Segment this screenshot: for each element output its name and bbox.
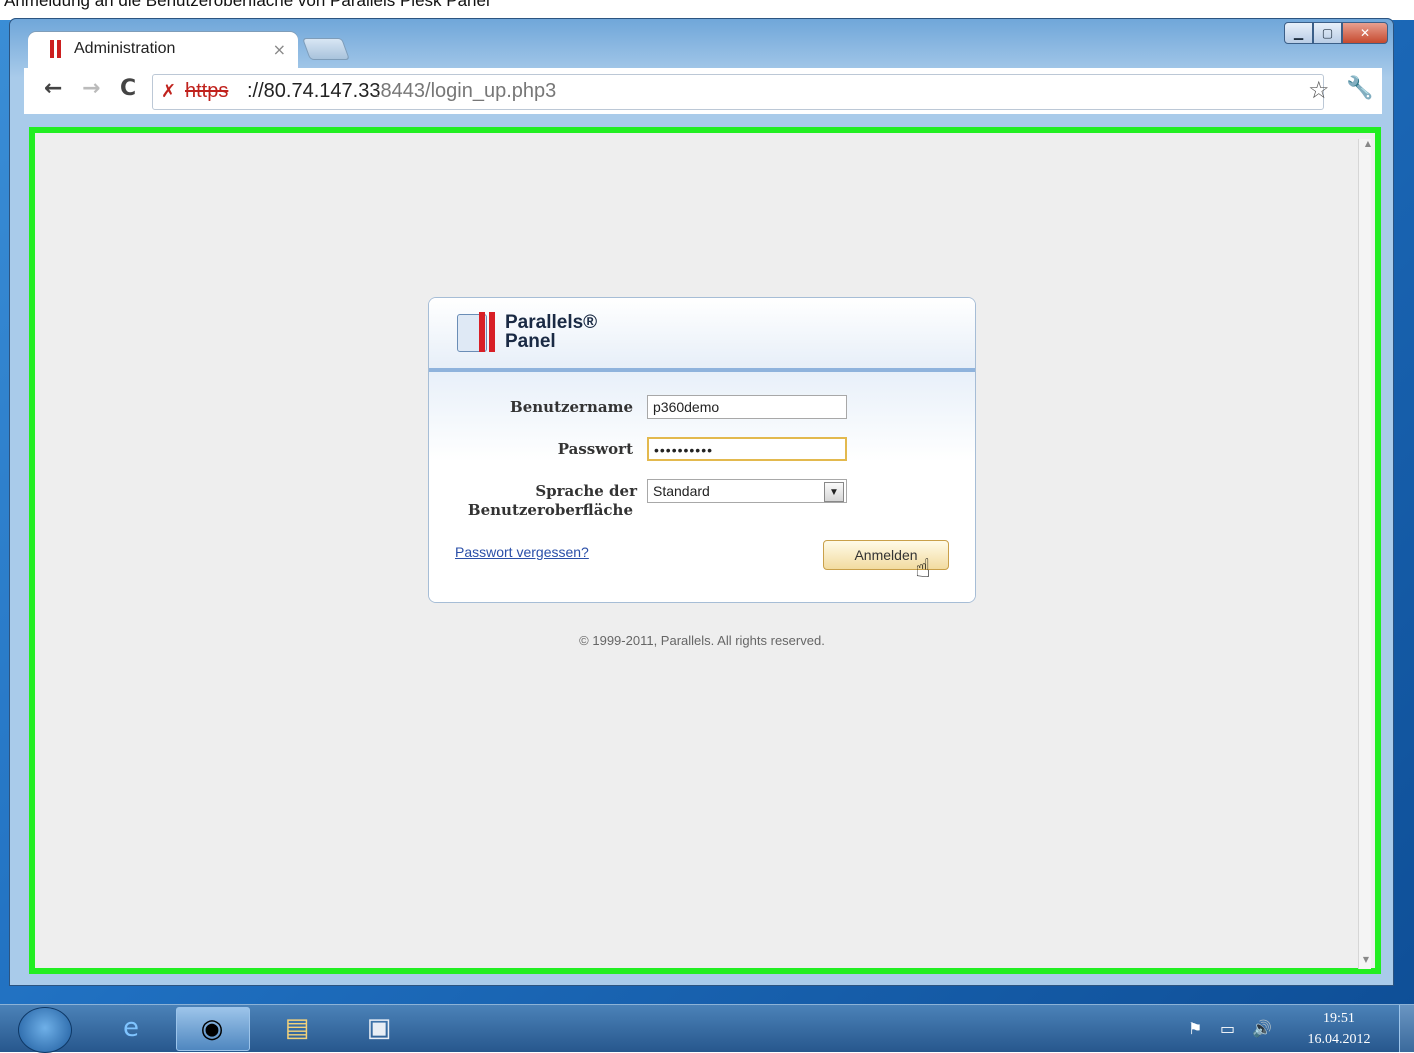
clock-time[interactable]: 19:51 <box>1304 1011 1374 1027</box>
taskbar-chrome[interactable]: ◉ <box>176 1007 250 1051</box>
browser-toolbar: ← → C ✗ https ://80.74.147.33 :8443/logi… <box>24 68 1382 114</box>
internet-explorer-icon: e <box>123 1013 139 1043</box>
clock-date[interactable]: 16.04.2012 <box>1294 1032 1384 1048</box>
page-viewport: ▲ ▼ Parallels® Panel Benutzername p360de… <box>29 127 1381 974</box>
taskbar-app[interactable]: ▣ <box>344 1007 416 1049</box>
login-header: Parallels® Panel <box>429 298 975 372</box>
language-label-line2: Benutzeroberfläche <box>467 501 633 519</box>
dropdown-arrow-icon[interactable]: ▼ <box>824 482 844 502</box>
chrome-icon: ◉ <box>200 1014 224 1044</box>
flag-icon[interactable]: ⚑ <box>1188 1019 1202 1038</box>
password-field[interactable]: •••••••••• <box>647 437 847 461</box>
reload-icon[interactable]: C <box>120 76 136 101</box>
url-path: :8443/login_up.php3 <box>375 80 557 102</box>
tab-title: Administration <box>74 40 176 57</box>
tab-close-icon[interactable]: × <box>273 40 286 59</box>
language-label-line1: Sprache der <box>535 482 637 500</box>
forgot-password-link[interactable]: Passwort vergessen? <box>455 544 589 560</box>
caption-strip: Anmeldung an die Benutzeroberfläche von … <box>0 0 1414 20</box>
wrench-icon[interactable]: 🔧 <box>1346 76 1373 101</box>
folder-icon: ▤ <box>284 1013 310 1043</box>
address-bar[interactable]: ✗ https ://80.74.147.33 :8443/login_up.p… <box>152 74 1324 110</box>
new-tab-button[interactable] <box>301 38 351 60</box>
scroll-up-icon[interactable]: ▲ <box>1365 139 1371 148</box>
taskbar-ie[interactable]: e <box>96 1007 168 1049</box>
window-controls: ▁ ▢ ✕ <box>1284 22 1388 44</box>
language-select[interactable]: Standard ▼ <box>647 479 847 503</box>
system-tray: ⚑ ▭ 🔊 19:51 16.04.2012 <box>1174 1005 1414 1052</box>
url-scheme: https <box>185 80 229 102</box>
browser-tab[interactable]: Administration × <box>28 32 298 68</box>
parallels-favicon-icon <box>50 40 62 58</box>
taskbar-explorer[interactable]: ▤ <box>262 1007 334 1049</box>
login-panel: Parallels® Panel Benutzername p360demo P… <box>428 297 976 603</box>
maximize-button[interactable]: ▢ <box>1313 22 1342 44</box>
url-host: ://80.74.147.33 <box>247 80 381 102</box>
language-select-value: Standard <box>653 483 710 499</box>
username-label: Benutzername <box>510 398 633 416</box>
back-arrow-icon[interactable]: ← <box>44 76 62 101</box>
logo-text-panel: Panel <box>505 331 556 352</box>
volume-icon[interactable]: 🔊 <box>1252 1019 1272 1038</box>
parallels-logo-icon <box>457 312 497 352</box>
close-window-button[interactable]: ✕ <box>1342 22 1388 44</box>
minimize-button[interactable]: ▁ <box>1284 22 1313 44</box>
bookmark-star-icon[interactable]: ☆ <box>1308 76 1330 104</box>
vertical-scrollbar[interactable] <box>1358 139 1371 969</box>
scroll-down-icon[interactable]: ▼ <box>1363 955 1369 964</box>
broken-lock-icon: ✗ <box>161 81 177 102</box>
forward-arrow-icon[interactable]: → <box>82 76 100 101</box>
caption-text: Anmeldung an die Benutzeroberfläche von … <box>4 0 490 10</box>
window-app-icon: ▣ <box>366 1013 392 1043</box>
network-icon[interactable]: ▭ <box>1220 1019 1235 1038</box>
copyright-text: © 1999-2011, Parallels. All rights reser… <box>579 633 825 648</box>
password-label: Passwort <box>557 440 633 458</box>
taskbar: e ◉ ▤ ▣ ⚑ ▭ 🔊 19:51 16.04.2012 <box>0 1004 1414 1053</box>
show-desktop-button[interactable] <box>1399 1005 1414 1052</box>
username-field[interactable]: p360demo <box>647 395 847 419</box>
start-button[interactable] <box>18 1007 72 1053</box>
hand-cursor-icon: ☝ <box>915 554 931 584</box>
